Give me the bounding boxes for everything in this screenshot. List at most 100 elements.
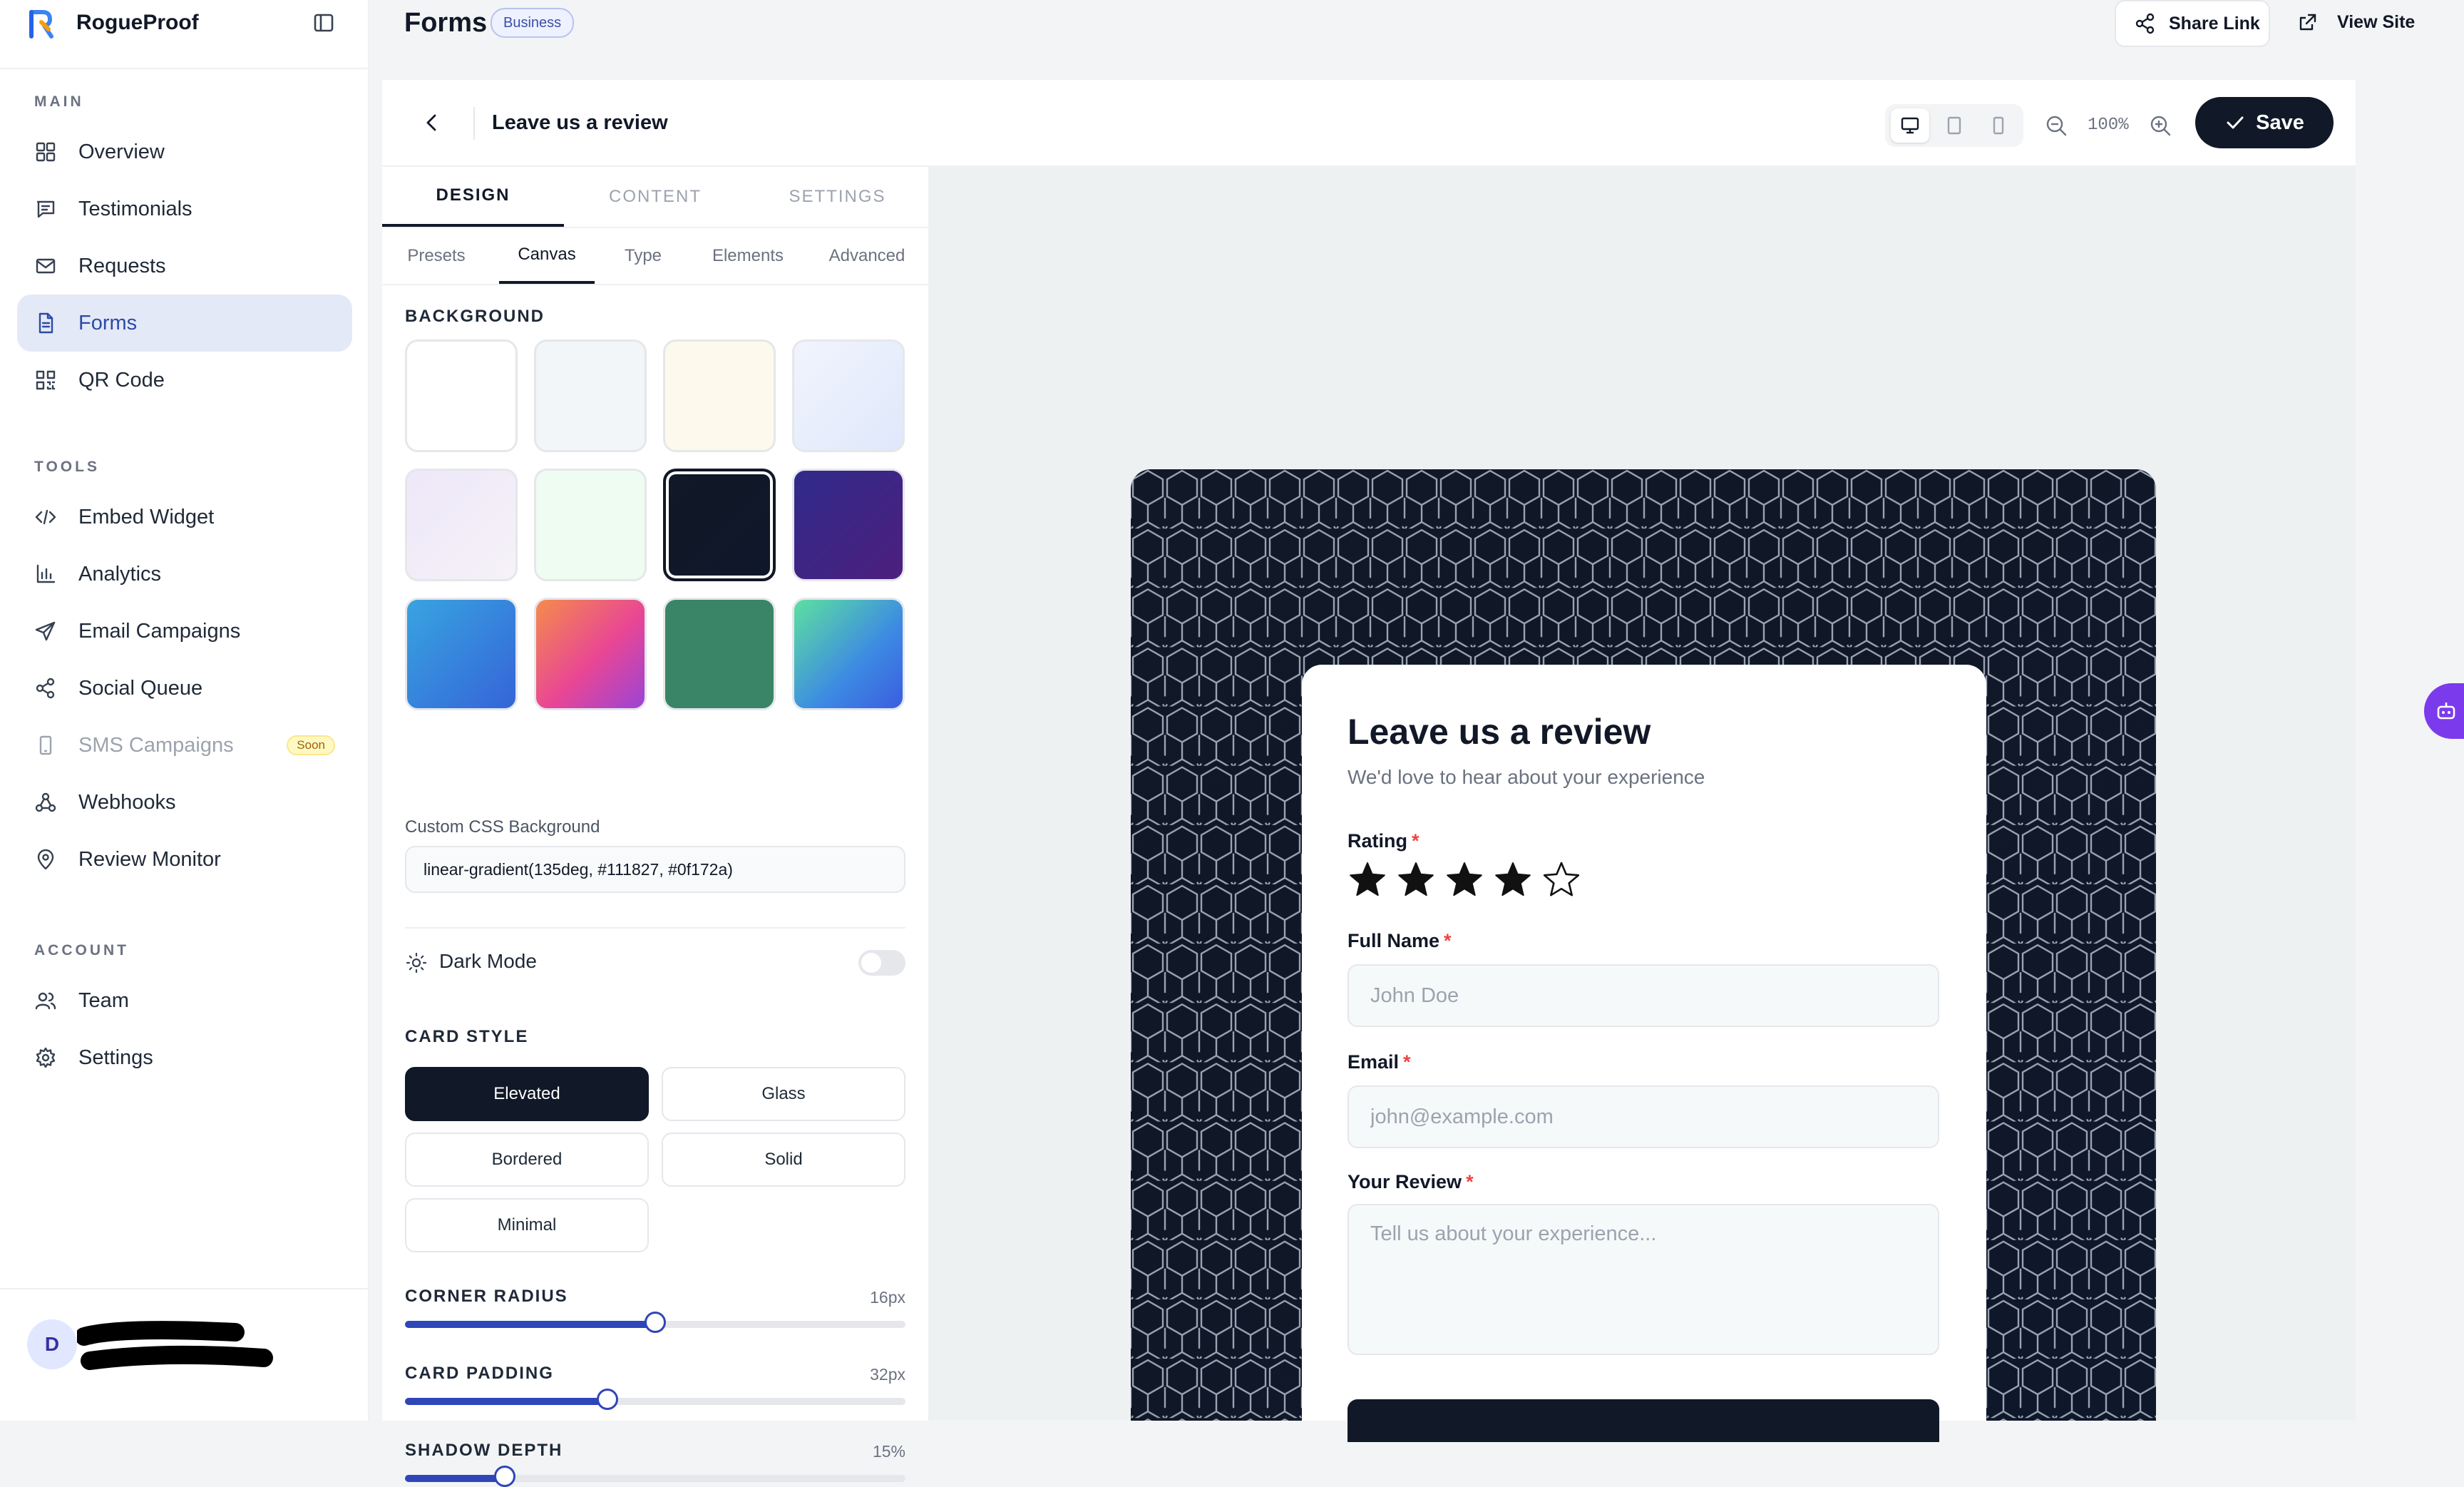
dark-mode-row: Dark Mode	[405, 947, 905, 978]
tablet-view-button[interactable]	[1935, 108, 1973, 143]
sidebar-toggle-icon[interactable]	[309, 9, 338, 37]
app-name: RogueProof	[76, 11, 199, 34]
tab-settings[interactable]: SETTINGS	[746, 167, 928, 227]
subtab-canvas[interactable]: Canvas	[499, 228, 595, 284]
star-rating[interactable]	[1348, 860, 1590, 900]
zoom-level: 100%	[2088, 116, 2129, 135]
background-swatch[interactable]	[405, 339, 518, 452]
star-filled-icon[interactable]	[1348, 860, 1387, 900]
full-name-input[interactable]	[1348, 964, 1939, 1027]
section-label-account: ACCOUNT	[34, 942, 129, 959]
tab-design[interactable]: DESIGN	[382, 167, 564, 227]
sidebar-item-label: Social Queue	[78, 676, 203, 700]
gear-icon	[36, 1047, 56, 1068]
sidebar-item-analytics[interactable]: Analytics	[17, 546, 352, 603]
background-swatch[interactable]	[405, 598, 518, 710]
background-swatch[interactable]	[792, 598, 905, 710]
corner-radius-slider[interactable]	[405, 1312, 905, 1333]
shadow-depth-label: SHADOW DEPTH	[405, 1441, 563, 1460]
slider-thumb[interactable]	[494, 1466, 515, 1487]
sidebar-item-requests[interactable]: Requests	[17, 237, 352, 295]
submit-button[interactable]	[1348, 1399, 1939, 1442]
rogueproof-logo[interactable]	[27, 8, 60, 41]
card-style-minimal-button[interactable]: Minimal	[405, 1198, 649, 1252]
slider-thumb[interactable]	[597, 1389, 618, 1410]
sidebar-item-label: Email Campaigns	[78, 619, 241, 643]
slider-fill	[405, 1321, 655, 1328]
subtab-advanced[interactable]: Advanced	[811, 228, 923, 284]
star-filled-icon[interactable]	[1396, 860, 1436, 900]
background-swatch[interactable]	[792, 469, 905, 581]
card-style-glass-button[interactable]: Glass	[662, 1067, 905, 1121]
review-label: Your Review *	[1348, 1171, 1474, 1192]
form-preview-card: Leave us a review We'd love to hear abou…	[1302, 665, 1986, 1442]
zoom-in-icon[interactable]	[2147, 113, 2173, 138]
sidebar-item-sms-campaigns[interactable]: SMS Campaigns Soon	[17, 717, 352, 774]
send-icon	[35, 621, 56, 641]
background-swatch[interactable]	[534, 598, 647, 710]
background-swatch[interactable]	[663, 469, 776, 581]
user-profile[interactable]: D	[0, 1288, 368, 1422]
zoom-out-icon[interactable]	[2043, 113, 2069, 138]
avatar[interactable]: D	[27, 1319, 77, 1369]
card-padding-slider[interactable]	[405, 1389, 905, 1410]
review-textarea[interactable]	[1348, 1204, 1939, 1355]
card-style-solid-button[interactable]: Solid	[662, 1133, 905, 1187]
sidebar-item-label: Forms	[78, 311, 138, 334]
back-arrow-icon[interactable]	[418, 108, 446, 137]
background-swatch[interactable]	[663, 598, 776, 710]
section-label-tools: TOOLS	[34, 459, 100, 475]
sidebar-item-overview[interactable]: Overview	[17, 123, 352, 180]
sidebar-item-settings[interactable]: Settings	[17, 1029, 352, 1086]
external-link-icon	[2299, 14, 2316, 31]
assistant-button[interactable]	[2424, 683, 2464, 739]
shadow-depth-slider[interactable]	[405, 1466, 905, 1487]
card-style-bordered-button[interactable]: Bordered	[405, 1133, 649, 1187]
share-link-label: Share Link	[2169, 13, 2260, 34]
editor-header: Leave us a review 100% Save	[382, 80, 2356, 167]
save-button[interactable]: Save	[2195, 97, 2334, 148]
sidebar-item-email-campaigns[interactable]: Email Campaigns	[17, 603, 352, 660]
custom-css-input[interactable]	[405, 846, 905, 893]
star-filled-icon[interactable]	[1493, 860, 1533, 900]
sidebar-item-embed-widget[interactable]: Embed Widget	[17, 489, 352, 546]
mobile-view-button[interactable]	[1979, 108, 2018, 143]
share-link-button[interactable]: Share Link	[2115, 0, 2270, 47]
subtab-presets[interactable]: Presets	[382, 228, 491, 284]
full-name-label: Full Name *	[1348, 930, 1452, 951]
slider-thumb[interactable]	[645, 1312, 666, 1333]
sidebar-item-label: Embed Widget	[78, 505, 215, 528]
save-label: Save	[2256, 111, 2304, 134]
background-swatch[interactable]	[405, 469, 518, 581]
design-panel: DESIGN CONTENT SETTINGS Presets Canvas Type E…	[382, 167, 930, 1487]
star-filled-icon[interactable]	[1444, 860, 1484, 900]
background-swatch[interactable]	[663, 339, 776, 452]
dark-mode-toggle[interactable]	[858, 950, 905, 976]
email-input[interactable]	[1348, 1085, 1939, 1148]
sidebar-item-forms[interactable]: Forms	[17, 295, 352, 352]
sidebar-item-label: Team	[78, 988, 129, 1012]
email-label: Email *	[1348, 1051, 1411, 1073]
background-swatch[interactable]	[534, 339, 647, 452]
sidebar-item-testimonials[interactable]: Testimonials	[17, 180, 352, 237]
plan-badge: Business	[491, 8, 575, 38]
sidebar-item-webhooks[interactable]: Webhooks	[17, 774, 352, 831]
sidebar-item-social-queue[interactable]: Social Queue	[17, 660, 352, 717]
subtab-type[interactable]: Type	[602, 228, 684, 284]
view-site-button[interactable]: View Site	[2297, 0, 2415, 44]
subtab-elements[interactable]: Elements	[692, 228, 804, 284]
message-square-icon	[36, 200, 55, 218]
sidebar-item-label: Requests	[78, 254, 166, 277]
webhook-icon	[35, 792, 56, 812]
sidebar-item-team[interactable]: Team	[17, 972, 352, 1029]
desktop-view-button[interactable]	[1891, 108, 1929, 143]
background-swatch[interactable]	[534, 469, 647, 581]
sidebar-item-qr-code[interactable]: QR Code	[17, 352, 352, 409]
card-style-elevated-button[interactable]: Elevated	[405, 1067, 649, 1121]
tab-content[interactable]: CONTENT	[564, 167, 746, 227]
star-empty-icon[interactable]	[1541, 860, 1581, 900]
page-title: Forms	[404, 8, 488, 38]
sidebar-item-label: Overview	[78, 140, 165, 163]
sidebar-item-review-monitor[interactable]: Review Monitor	[17, 831, 352, 888]
background-swatch[interactable]	[792, 339, 905, 452]
